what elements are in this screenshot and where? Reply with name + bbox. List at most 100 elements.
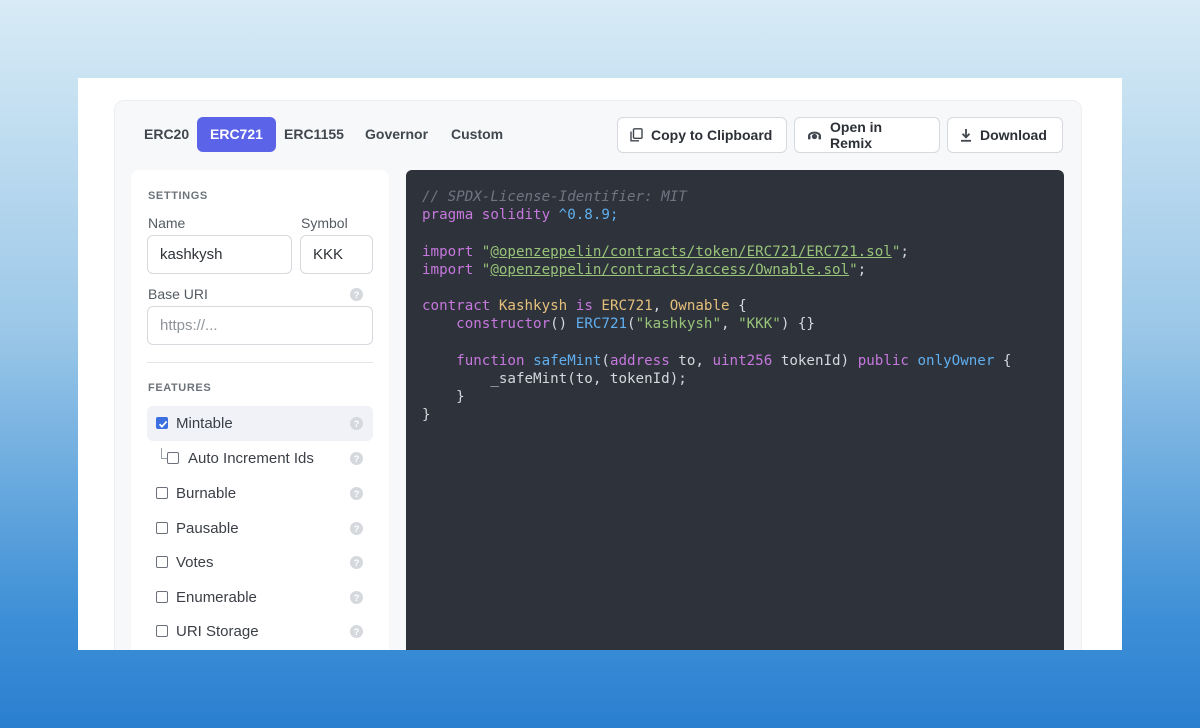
symbol-input[interactable] <box>300 235 373 274</box>
help-icon[interactable]: ? <box>350 625 363 638</box>
code-param: to, <box>678 352 704 369</box>
name-label: Name <box>148 215 186 231</box>
code-keyword: pragma solidity <box>422 207 551 224</box>
name-input[interactable] <box>147 235 292 274</box>
code-keyword: contract <box>422 298 491 315</box>
code-string: "kashkysh" <box>635 316 721 333</box>
import-path-link[interactable]: @openzeppelin/contracts/access/Ownable.s… <box>490 262 849 278</box>
help-icon[interactable]: ? <box>350 522 363 535</box>
feature-burnable[interactable]: Burnable ? <box>147 476 373 511</box>
tab-erc721[interactable]: ERC721 <box>197 117 276 152</box>
code-punctuation: () <box>550 316 568 333</box>
code-keyword: function <box>456 352 525 369</box>
svg-text:?: ? <box>354 454 360 465</box>
code-line: function safeMint(address to, uint256 to… <box>422 352 1011 370</box>
code-function-name: safeMint <box>533 352 602 369</box>
code-line: import "@openzeppelin/contracts/access/O… <box>422 261 1011 279</box>
mintable-checkbox[interactable] <box>156 417 168 429</box>
download-icon <box>960 128 972 142</box>
code-line: } <box>422 406 1011 424</box>
code-punctuation: ; <box>857 261 867 278</box>
svg-text:?: ? <box>354 419 360 430</box>
pausable-checkbox[interactable] <box>156 522 168 534</box>
svg-text:?: ? <box>354 524 360 535</box>
svg-text:?: ? <box>354 627 360 638</box>
code-contract-name: Kashkysh <box>498 298 568 315</box>
help-icon[interactable]: ? <box>350 591 363 604</box>
open-in-remix-button[interactable]: Open in Remix <box>794 117 940 153</box>
svg-text:?: ? <box>354 558 360 569</box>
code-keyword: constructor <box>456 316 551 333</box>
code-line: constructor() ERC721("kashkysh", "KKK") … <box>422 315 1011 333</box>
code-line: _safeMint(to, tokenId); <box>422 370 1011 388</box>
code-punctuation: } <box>456 389 465 406</box>
code-panel[interactable]: // SPDX-License-Identifier: MIT pragma so… <box>406 170 1064 650</box>
code-keyword: import <box>422 243 474 260</box>
base-uri-input[interactable] <box>147 306 373 345</box>
features-section-title: FEATURES <box>148 382 212 394</box>
uri-storage-checkbox[interactable] <box>156 625 168 637</box>
code-block[interactable]: // SPDX-License-Identifier: MIT pragma so… <box>422 188 1011 424</box>
enumerable-label: Enumerable <box>176 589 257 606</box>
feature-enumerable[interactable]: Enumerable ? <box>147 580 373 615</box>
code-punctuation: { <box>738 298 747 315</box>
help-icon[interactable]: ? <box>350 417 363 430</box>
help-icon[interactable]: ? <box>350 487 363 500</box>
code-version: ^0.8.9; <box>558 207 619 224</box>
copy-icon <box>630 128 643 142</box>
code-punctuation: ) {} <box>780 316 815 333</box>
code-comment: // SPDX-License-Identifier: MIT <box>422 189 687 205</box>
section-divider <box>147 362 373 363</box>
download-button[interactable]: Download <box>947 117 1063 153</box>
code-modifier: onlyOwner <box>917 352 995 369</box>
help-icon[interactable]: ? <box>350 288 363 301</box>
help-icon[interactable]: ? <box>350 452 363 465</box>
uri-storage-label: URI Storage <box>176 623 259 640</box>
feature-auto-increment-ids[interactable]: Auto Increment Ids ? <box>147 441 373 476</box>
feature-votes[interactable]: Votes ? <box>147 545 373 580</box>
votes-checkbox[interactable] <box>156 556 168 568</box>
mintable-label: Mintable <box>176 415 233 432</box>
settings-sidebar: SETTINGS Name Symbol Base URI ? FEATURES… <box>131 170 389 650</box>
open-in-remix-label: Open in Remix <box>830 119 883 151</box>
code-punctuation: ( <box>601 352 610 369</box>
base-uri-label: Base URI <box>148 286 208 302</box>
copy-to-clipboard-label: Copy to Clipboard <box>651 127 773 143</box>
code-statement: _safeMint(to, tokenId); <box>490 370 687 387</box>
remix-icon <box>807 129 822 142</box>
enumerable-checkbox[interactable] <box>156 591 168 603</box>
code-punctuation: , <box>721 316 739 333</box>
help-icon[interactable]: ? <box>350 556 363 569</box>
feature-uri-storage[interactable]: URI Storage ? <box>147 614 373 649</box>
code-punctuation: , <box>652 298 662 315</box>
code-line: // SPDX-License-Identifier: MIT <box>422 188 1011 206</box>
auto-increment-ids-checkbox[interactable] <box>167 452 179 464</box>
code-line: pragma solidity ^0.8.9; <box>422 206 1011 224</box>
import-path-link[interactable]: @openzeppelin/contracts/token/ERC721/ERC… <box>490 244 891 260</box>
code-punctuation: } <box>422 407 431 424</box>
burnable-checkbox[interactable] <box>156 487 168 499</box>
code-string: "KKK" <box>738 316 781 333</box>
code-base-contract: Ownable <box>669 298 730 315</box>
tab-custom[interactable]: Custom <box>438 117 516 152</box>
feature-mintable[interactable]: Mintable ? <box>147 406 373 441</box>
contracts-wizard: ERC20 ERC721 ERC1155 Governor Custom Cop… <box>114 100 1082 650</box>
code-keyword: public <box>857 352 909 369</box>
tab-erc1155[interactable]: ERC1155 <box>271 117 357 152</box>
check-icon <box>158 420 168 428</box>
code-quote: " <box>849 261 858 278</box>
code-line: } <box>422 388 1011 406</box>
code-keyword: is <box>575 298 593 315</box>
code-punctuation: ; <box>900 243 909 260</box>
code-type: address <box>609 352 670 369</box>
votes-label: Votes <box>176 554 214 571</box>
tab-erc20[interactable]: ERC20 <box>131 117 202 152</box>
copy-to-clipboard-button[interactable]: Copy to Clipboard <box>617 117 787 153</box>
settings-section-title: SETTINGS <box>148 190 208 202</box>
tab-governor[interactable]: Governor <box>352 117 441 152</box>
svg-text:?: ? <box>354 489 360 500</box>
feature-pausable[interactable]: Pausable ? <box>147 511 373 546</box>
